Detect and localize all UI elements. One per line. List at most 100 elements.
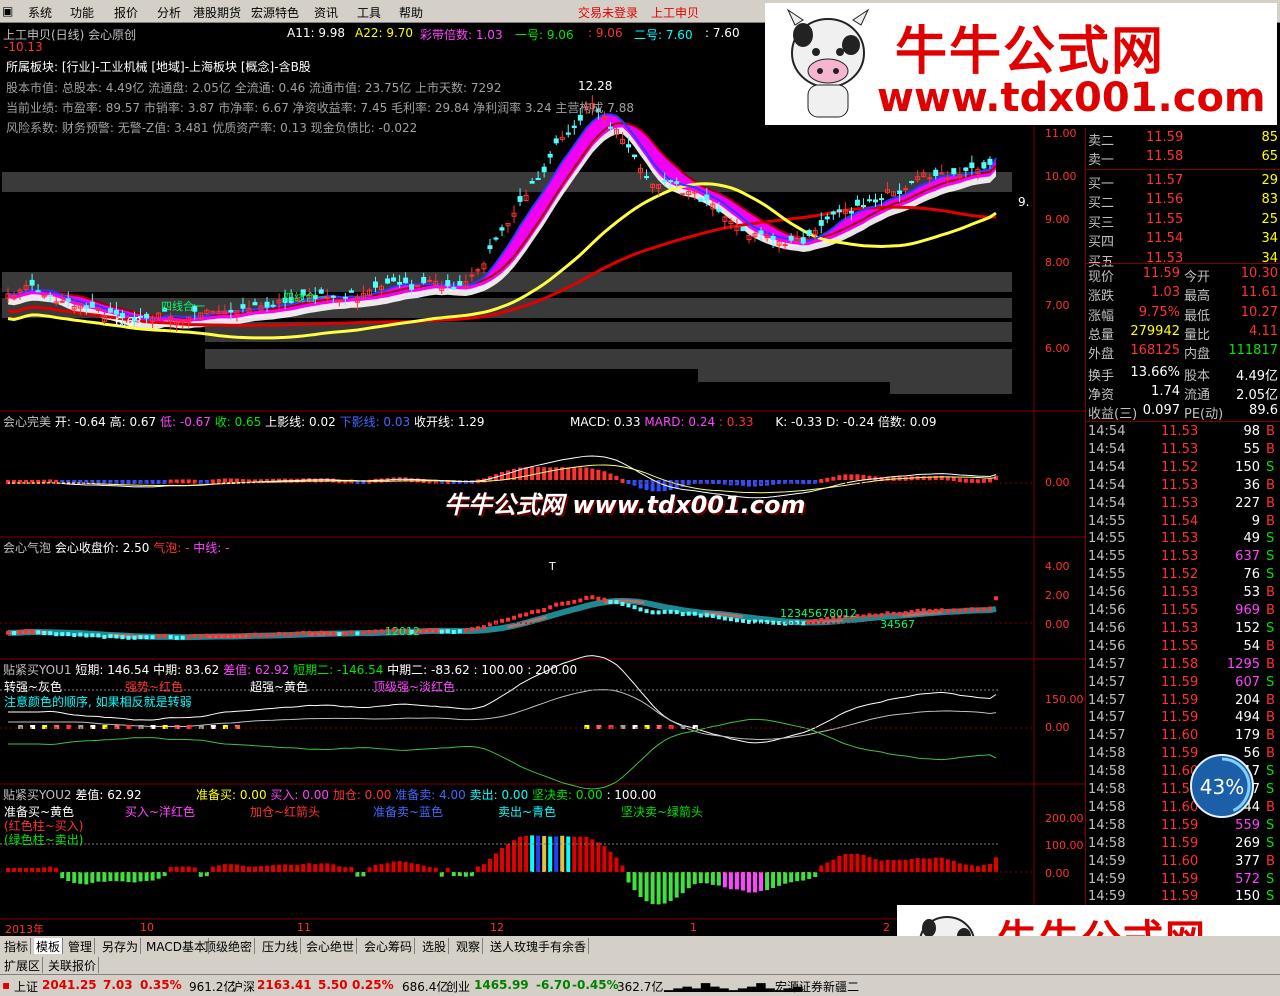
candle-body <box>717 209 721 211</box>
bubble-mark <box>36 630 40 634</box>
tick-time: 14:54 <box>1088 424 1125 439</box>
tab-9[interactable]: 选股 <box>420 938 449 954</box>
you2-bar <box>325 863 329 872</box>
bubble-mark <box>307 631 311 635</box>
you2-bar <box>801 872 805 881</box>
status-hs-amount: 686.4亿 <box>402 978 448 995</box>
you2-bar <box>645 872 649 901</box>
tick-volume: 76 <box>1216 567 1260 582</box>
bubble-mark <box>910 610 914 614</box>
you2-bar <box>253 867 257 872</box>
macd-upper-shadow: 上影线: 0.02 <box>265 415 336 429</box>
tick-price: 11.53 <box>1161 442 1198 457</box>
menu-hk-futures[interactable]: 港股期货 <box>193 4 241 21</box>
you2-bar <box>151 872 155 881</box>
bubble-mark <box>500 619 504 623</box>
menu-function[interactable]: 功能 <box>70 4 94 21</box>
tick-price: 11.59 <box>1161 818 1198 833</box>
tab-extended[interactable]: 扩展区 <box>2 957 43 973</box>
status-sh-amount: 961.2亿 <box>189 978 235 995</box>
candle-body <box>946 178 950 179</box>
bubble-mark <box>247 633 251 637</box>
stat-label: 今开 <box>1184 266 1210 285</box>
tab-7[interactable]: 会心绝世 <box>304 938 357 954</box>
macd-bar <box>590 469 594 480</box>
tab-0[interactable]: 指标 <box>2 938 31 954</box>
bubble-mark <box>705 613 709 617</box>
tick-direction: B <box>1266 514 1275 529</box>
tab-10[interactable]: 观察 <box>454 938 483 954</box>
y-tick-you1: 150.00 <box>1045 693 1084 706</box>
tick-volume: 204 <box>1216 693 1260 708</box>
tick-time: 14:58 <box>1088 836 1125 851</box>
bubble-mark <box>452 630 456 634</box>
you2-title: 贴紧买YOU2 <box>3 788 72 802</box>
tab-4[interactable]: MACD基本 <box>144 938 209 954</box>
time-axis-label: 1 <box>690 921 697 934</box>
sell-level-price[interactable]: 11.58 <box>1146 149 1183 164</box>
menu-system[interactable]: 系统 <box>28 4 52 21</box>
app-icon[interactable]: ▣ <box>2 4 13 18</box>
tab-6[interactable]: 压力线 <box>260 938 301 954</box>
bubble-mark <box>446 629 450 633</box>
quote-divider <box>1086 263 1280 264</box>
you2-bar <box>560 836 564 872</box>
tick-price: 11.53 <box>1161 621 1198 636</box>
bubble-mark <box>289 632 293 636</box>
buy-level-price[interactable]: 11.56 <box>1146 192 1183 207</box>
bubble-mark <box>934 609 938 613</box>
menu-hongyuan[interactable]: 宏源特色 <box>251 4 299 21</box>
status-sh-pct: 0.35% <box>140 978 182 992</box>
macd-title: 会心完美 <box>3 415 51 429</box>
tab-8[interactable]: 会心筹码 <box>362 938 415 954</box>
tick-time: 14:57 <box>1088 710 1125 725</box>
you2-bar <box>452 872 456 876</box>
status-hs-name[interactable]: 沪深 <box>231 978 255 995</box>
tab-3[interactable]: 另存为 <box>100 938 141 954</box>
tab-1[interactable]: 模板 <box>34 938 63 954</box>
you2-bar <box>904 860 908 872</box>
you2-bar <box>464 872 468 877</box>
bubble-mark <box>12 631 16 635</box>
you2-bar <box>289 865 293 872</box>
menu-quote[interactable]: 报价 <box>114 4 138 21</box>
tick-direction: B <box>1266 442 1275 457</box>
you2-bar <box>494 853 498 872</box>
you2-bar <box>765 872 769 890</box>
buy-level-price[interactable]: 11.54 <box>1146 231 1183 246</box>
menu-analysis[interactable]: 分析 <box>157 4 181 21</box>
you2-bar <box>241 866 245 872</box>
tab-related-quote[interactable]: 关联报价 <box>46 957 99 973</box>
menu-news[interactable]: 资讯 <box>314 4 338 21</box>
login-status[interactable]: 交易未登录 <box>578 4 638 21</box>
bubble-mark <box>554 603 558 607</box>
info-sector: 所属板块: [行业]-工业机械 [地域]-上海板块 [概念]-含B股 <box>6 58 311 75</box>
status-sh-name[interactable]: 上证 <box>14 978 38 995</box>
progress-circle[interactable]: 43% <box>1189 753 1255 819</box>
buy-level-price[interactable]: 11.57 <box>1146 173 1183 188</box>
menu-help[interactable]: 帮助 <box>399 4 423 21</box>
you2-note: 加仓~红箭头 <box>250 803 320 820</box>
you2-bar <box>12 868 16 872</box>
candle-body <box>861 205 865 206</box>
you2-bar <box>500 848 504 872</box>
bubble-mark <box>205 634 209 638</box>
tab-2[interactable]: 管理 <box>66 938 95 954</box>
y-tick-bubble: 0.00 <box>1045 618 1070 631</box>
you2-bar <box>301 864 305 872</box>
status-cy-name[interactable]: 创业 <box>446 978 470 995</box>
bubble-mark <box>120 635 124 639</box>
tab-11[interactable]: 送人玫瑰手有余香 <box>488 938 589 954</box>
tab-5[interactable]: 顶级绝密 <box>202 938 255 954</box>
bubble-mark <box>626 603 630 607</box>
buy-level-price[interactable]: 11.55 <box>1146 212 1183 227</box>
bubble-mark <box>633 605 637 609</box>
you2-note: 卖出~青色 <box>498 803 556 820</box>
progress-label: 43% <box>1189 775 1255 799</box>
you2-bar <box>988 864 992 872</box>
sell-level-price[interactable]: 11.59 <box>1146 130 1183 145</box>
menu-tools[interactable]: 工具 <box>357 4 381 21</box>
tick-time: 14:58 <box>1088 782 1125 797</box>
bubble-mark <box>434 628 438 632</box>
chart-area[interactable]: 上工申贝(日线) 会心原创 -10.13 A11: 9.98 A22: 9.70… <box>0 22 1085 935</box>
